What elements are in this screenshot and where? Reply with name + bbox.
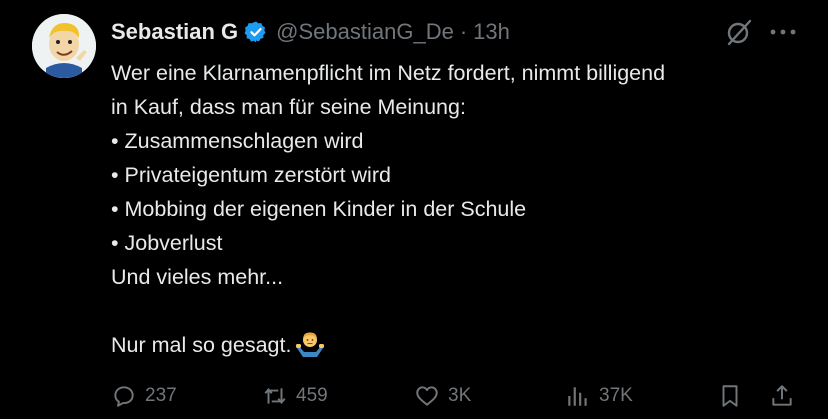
- closing-text: Nur mal so gesagt.: [111, 333, 292, 357]
- author-handle[interactable]: @SebastianG_De: [276, 19, 454, 45]
- tweet-line: • Jobverlust: [111, 231, 223, 255]
- repost-count: 459: [296, 385, 328, 406]
- tweet-line: • Zusammenschlagen wird: [111, 129, 364, 153]
- views-button[interactable]: 37K: [565, 378, 633, 414]
- repost-button[interactable]: 459: [262, 378, 328, 414]
- share-icon: [772, 385, 792, 406]
- tweet-line: in Kauf, dass man für seine Meinung:: [111, 95, 466, 119]
- tweet-line: • Privateigentum zerstört wird: [111, 163, 391, 187]
- reply-count: 237: [145, 385, 177, 406]
- action-bar: 237 459 3K 37K: [0, 378, 828, 414]
- views-count: 37K: [599, 385, 633, 406]
- like-icon: [416, 386, 438, 406]
- tweet-line: • Mobbing der eigenen Kinder in der Schu…: [111, 197, 527, 221]
- header-separator: ·: [459, 19, 468, 44]
- reply-icon: [114, 386, 134, 407]
- tweet-closing-line: Nur mal so gesagt.: [111, 328, 811, 362]
- share-button[interactable]: [769, 378, 795, 414]
- person-shrugging-emoji: [296, 332, 325, 357]
- author-name[interactable]: Sebastian G: [111, 19, 238, 45]
- like-count: 3K: [448, 385, 472, 406]
- reply-button[interactable]: 237: [111, 378, 177, 414]
- tweet-line: Wer eine Klarnamenpflicht im Netz forder…: [111, 61, 666, 85]
- verified-badge-icon: [244, 21, 266, 43]
- post-time[interactable]: 13h: [473, 19, 510, 45]
- views-icon: [568, 387, 587, 406]
- bookmark-button[interactable]: [717, 378, 743, 414]
- repost-icon: [264, 388, 286, 404]
- bookmark-icon: [722, 385, 738, 407]
- tweet-line: Und vieles mehr...: [111, 265, 284, 289]
- avatar[interactable]: [32, 14, 96, 78]
- tweet-header: Sebastian G @SebastianG_De · 13h: [111, 16, 510, 48]
- grok-icon[interactable]: [724, 17, 754, 47]
- more-icon[interactable]: [768, 22, 798, 42]
- tweet-text: Wer eine Klarnamenpflicht im Netz forder…: [111, 56, 811, 362]
- like-button[interactable]: 3K: [414, 378, 471, 414]
